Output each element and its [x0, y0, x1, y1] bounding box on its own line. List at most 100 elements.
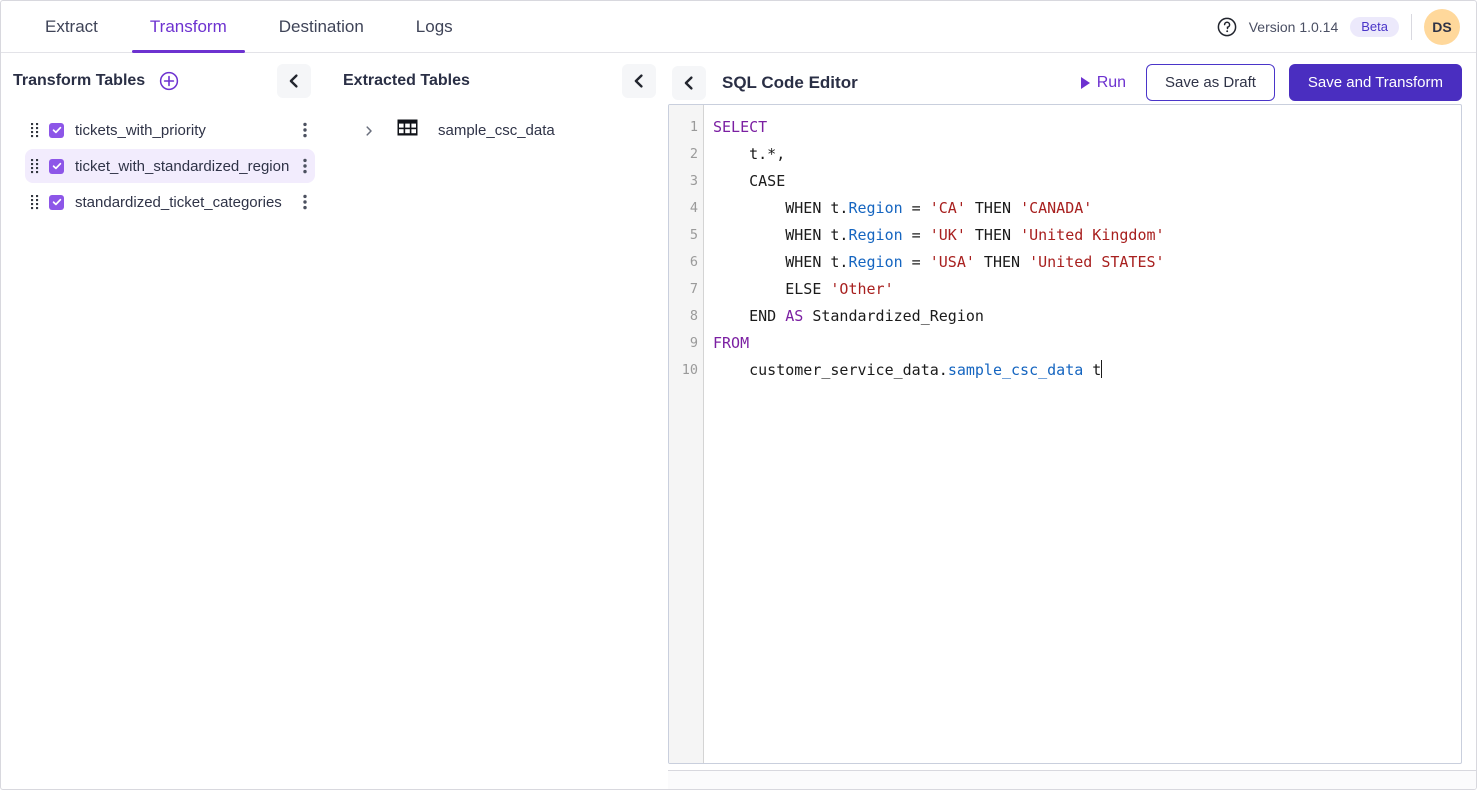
sql-editor-actions: Run Save as Draft Save and Transform — [1075, 64, 1462, 101]
line-number: 10 — [669, 357, 703, 384]
user-avatar[interactable]: DS — [1424, 9, 1460, 45]
tab-extract[interactable]: Extract — [19, 1, 124, 52]
line-number: 9 — [669, 330, 703, 357]
transform-tables-title: Transform Tables — [13, 72, 145, 90]
extracted-tables-title: Extracted Tables — [343, 72, 470, 90]
code-token: ELSE — [713, 280, 830, 298]
help-circle-icon[interactable] — [1217, 17, 1237, 37]
run-button-label: Run — [1097, 74, 1126, 92]
chevron-left-icon — [631, 73, 647, 89]
extracted-table-label-0: sample_csc_data — [438, 122, 555, 139]
transform-table-label-0: tickets_with_priority — [75, 122, 206, 139]
drag-handle-icon[interactable] — [31, 158, 39, 174]
run-button[interactable]: Run — [1075, 70, 1132, 96]
code-token: 'USA' — [930, 253, 975, 271]
transform-table-label-2: standardized_ticket_categories — [75, 194, 282, 211]
code-token: Region — [848, 253, 902, 271]
collapse-extracted-panel-button[interactable] — [622, 64, 656, 98]
code-token: END — [713, 307, 785, 325]
code-token: SELECT — [713, 118, 767, 136]
drag-handle-icon[interactable] — [31, 194, 39, 210]
code-token: customer_service_data. — [713, 361, 948, 379]
code-token: Standardized_Region — [803, 307, 984, 325]
code-line: WHEN t.Region = 'USA' THEN 'United STATE… — [713, 249, 1461, 276]
chevron-left-icon — [286, 73, 302, 89]
sql-editor-title: SQL Code Editor — [722, 73, 858, 93]
code-token: 'Other' — [830, 280, 893, 298]
code-line: customer_service_data.sample_csc_data t — [713, 357, 1461, 384]
line-number: 4 — [669, 195, 703, 222]
code-token: 'CA' — [930, 199, 966, 217]
code-line: CASE — [713, 168, 1461, 195]
text-cursor — [1101, 360, 1102, 378]
main-tabs: Extract Transform Destination Logs — [19, 1, 479, 52]
code-token: CASE — [713, 172, 785, 190]
extracted-tables-list: sample_csc_data — [341, 115, 668, 145]
tab-logs[interactable]: Logs — [390, 1, 479, 52]
save-and-transform-button[interactable]: Save and Transform — [1289, 64, 1462, 101]
main-body: Transform Tables — [1, 53, 1476, 790]
sql-editor-panel: SQL Code Editor Run Save as Draft Save a… — [668, 53, 1476, 790]
code-token: 'United STATES' — [1029, 253, 1164, 271]
tab-destination[interactable]: Destination — [253, 1, 390, 52]
code-token: = — [903, 199, 930, 217]
sql-code-editor[interactable]: 1 2 3 4 5 6 7 8 9 10 SELECT t.*, CASE WH… — [668, 104, 1462, 764]
code-token: WHEN t. — [713, 226, 848, 244]
transform-table-menu-0[interactable] — [303, 122, 307, 138]
transform-table-menu-2[interactable] — [303, 194, 307, 210]
code-token: t.*, — [713, 145, 785, 163]
header-right-cluster: Version 1.0.14 Beta DS — [1217, 1, 1476, 52]
code-token: 'UK' — [930, 226, 966, 244]
drag-handle-icon[interactable] — [31, 122, 39, 138]
line-number: 1 — [669, 114, 703, 141]
transform-table-checkbox-2[interactable] — [49, 195, 64, 210]
header-divider — [1411, 14, 1412, 40]
code-line: WHEN t.Region = 'UK' THEN 'United Kingdo… — [713, 222, 1461, 249]
tab-transform[interactable]: Transform — [124, 1, 253, 52]
transform-table-label-1: ticket_with_standardized_region — [75, 158, 289, 175]
code-line: END AS Standardized_Region — [713, 303, 1461, 330]
extracted-tables-panel: Extracted Tables — [323, 53, 668, 790]
app-window: Extract Transform Destination Logs Versi… — [0, 0, 1477, 790]
line-number: 6 — [669, 249, 703, 276]
chevron-right-icon[interactable] — [363, 124, 375, 136]
code-line: WHEN t.Region = 'CA' THEN 'CANADA' — [713, 195, 1461, 222]
code-line: SELECT — [713, 114, 1461, 141]
code-token: Region — [848, 199, 902, 217]
table-grid-icon — [397, 119, 418, 141]
transform-table-checkbox-1[interactable] — [49, 159, 64, 174]
code-token: THEN — [975, 253, 1029, 271]
code-token: WHEN t. — [713, 199, 848, 217]
line-number: 7 — [669, 276, 703, 303]
chevron-left-icon — [681, 75, 697, 91]
code-line: FROM — [713, 330, 1461, 357]
transform-table-checkbox-0[interactable] — [49, 123, 64, 138]
code-token: 'CANADA' — [1020, 199, 1092, 217]
sql-code-text[interactable]: SELECT t.*, CASE WHEN t.Region = 'CA' TH… — [704, 105, 1461, 763]
save-as-draft-button[interactable]: Save as Draft — [1146, 64, 1275, 101]
transform-tables-header: Transform Tables — [9, 53, 323, 101]
line-number: 3 — [669, 168, 703, 195]
collapse-transform-panel-button[interactable] — [277, 64, 311, 98]
plus-circle-icon[interactable] — [159, 71, 179, 91]
code-line: ELSE 'Other' — [713, 276, 1461, 303]
tab-destination-label: Destination — [279, 17, 364, 37]
code-token: THEN — [966, 226, 1020, 244]
tab-extract-label: Extract — [45, 17, 98, 37]
code-token: WHEN t. — [713, 253, 848, 271]
collapse-editor-panel-button[interactable] — [672, 66, 706, 100]
tab-transform-label: Transform — [150, 17, 227, 37]
code-token: 'United Kingdom' — [1020, 226, 1165, 244]
transform-table-row-1[interactable]: ticket_with_standardized_region — [25, 149, 315, 183]
code-token: Region — [848, 226, 902, 244]
extracted-table-row-0[interactable]: sample_csc_data — [341, 115, 668, 145]
check-icon — [52, 161, 62, 171]
transform-table-row-0[interactable]: tickets_with_priority — [25, 113, 315, 147]
transform-table-row-2[interactable]: standardized_ticket_categories — [25, 185, 315, 219]
code-token: AS — [785, 307, 803, 325]
transform-table-menu-1[interactable] — [303, 158, 307, 174]
transform-tables-list: tickets_with_priority — [9, 113, 323, 219]
code-token: FROM — [713, 334, 749, 352]
sql-editor-header: SQL Code Editor Run Save as Draft Save a… — [668, 53, 1476, 104]
editor-line-number-gutter: 1 2 3 4 5 6 7 8 9 10 — [669, 105, 704, 763]
